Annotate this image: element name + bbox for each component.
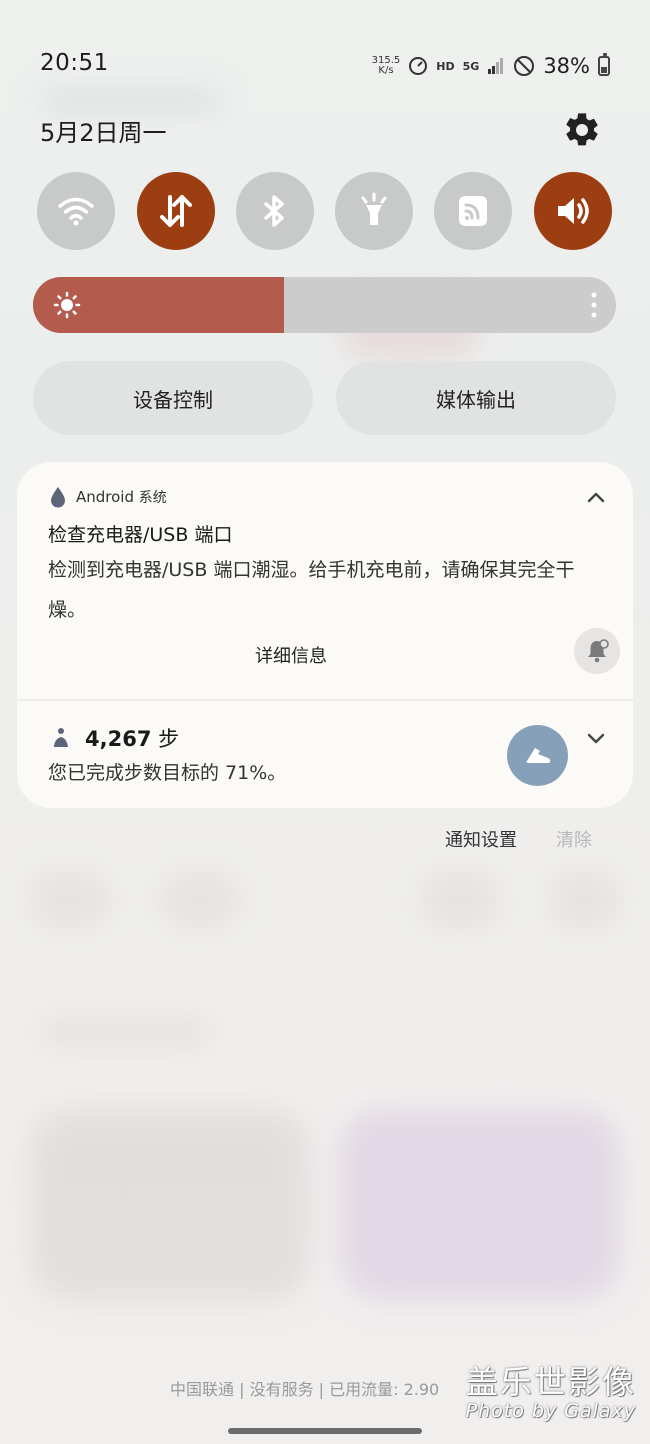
blurred-background (30, 870, 110, 930)
brightness-slider[interactable] (33, 277, 616, 333)
details-button[interactable]: 详细信息 (255, 642, 327, 668)
sun-icon (53, 291, 81, 319)
sound-toggle[interactable] (534, 172, 612, 250)
shoe-button[interactable] (507, 725, 568, 786)
blurred-background (40, 1020, 210, 1044)
speedometer-icon (409, 57, 428, 75)
do-not-disturb-icon (514, 56, 535, 76)
notification-card: Android 系统 检查充电器/USB 端口 检测到充电器/USB 端口潮湿。… (17, 462, 633, 808)
nfc-icon (459, 196, 487, 226)
device-control-button[interactable]: 设备控制 (33, 361, 313, 435)
blurred-background (340, 1110, 620, 1300)
flashlight-icon (361, 192, 387, 225)
battery-percent: 38% (543, 54, 590, 78)
steps-count: 4,267 步 (85, 727, 180, 751)
steps-notification[interactable]: 4,267 步 您已完成步数目标的 71%。 (17, 701, 633, 808)
flashlight-toggle[interactable] (335, 172, 413, 250)
network-type-label: 5G (462, 59, 480, 73)
clock: 20:51 (40, 50, 109, 76)
bluetooth-icon (264, 195, 284, 227)
notification-body: 检测到充电器/USB 端口潮湿。给手机充电前，请确保其完全干燥。 (48, 559, 575, 621)
home-indicator[interactable] (228, 1428, 422, 1434)
settings-gear-icon[interactable] (562, 110, 602, 150)
status-icons: 315.5 K/s HD 5G 38% (372, 50, 610, 82)
net-speed: 315.5 K/s (371, 55, 401, 76)
blurred-background (160, 870, 240, 930)
shoe-icon (526, 747, 550, 763)
battery-icon (598, 53, 610, 76)
steps-message: 您已完成步数目标的 71%。 (48, 762, 287, 784)
app-name: Android 系统 (76, 488, 167, 506)
wifi-toggle[interactable] (37, 172, 115, 250)
volume-icon (558, 198, 589, 224)
bell-settings-icon (588, 639, 609, 663)
wifi-icon (58, 197, 94, 226)
date-label: 5月2日周一 (40, 119, 167, 147)
signal-icon (488, 58, 504, 74)
status-bar: 20:51 315.5 K/s HD 5G 38% (40, 50, 610, 82)
data-transfer-icon (160, 195, 192, 227)
clear-button[interactable]: 清除 (556, 826, 592, 852)
notification-settings-button[interactable]: 通知设置 (445, 826, 517, 852)
water-drop-icon (51, 487, 65, 508)
bluetooth-toggle[interactable] (236, 172, 314, 250)
chevron-up-icon[interactable] (585, 486, 607, 508)
carrier-info: 中国联通 | 没有服务 | 已用流量: 2.90 (170, 1380, 440, 1399)
mobile-data-toggle[interactable] (137, 172, 215, 250)
hd-label: HD (436, 59, 455, 73)
notification-title: 检查充电器/USB 端口 (48, 524, 233, 546)
media-output-button[interactable]: 媒体输出 (336, 361, 616, 435)
usb-moisture-notification[interactable]: Android 系统 检查充电器/USB 端口 检测到充电器/USB 端口潮湿。… (17, 462, 633, 699)
notification-bell-button[interactable] (574, 628, 620, 674)
chevron-down-icon[interactable] (585, 727, 607, 749)
nfc-toggle[interactable] (434, 172, 512, 250)
watermark: 盖乐世影像 Photo by Galaxy (465, 1363, 636, 1422)
more-options-icon[interactable] (590, 291, 598, 319)
notification-header: Android 系统 (50, 486, 167, 508)
blurred-background (30, 1110, 310, 1300)
blurred-background (40, 90, 220, 112)
blurred-background (420, 870, 500, 930)
blurred-background (550, 870, 620, 930)
quick-toggles (37, 172, 613, 250)
runner-icon (54, 728, 68, 747)
